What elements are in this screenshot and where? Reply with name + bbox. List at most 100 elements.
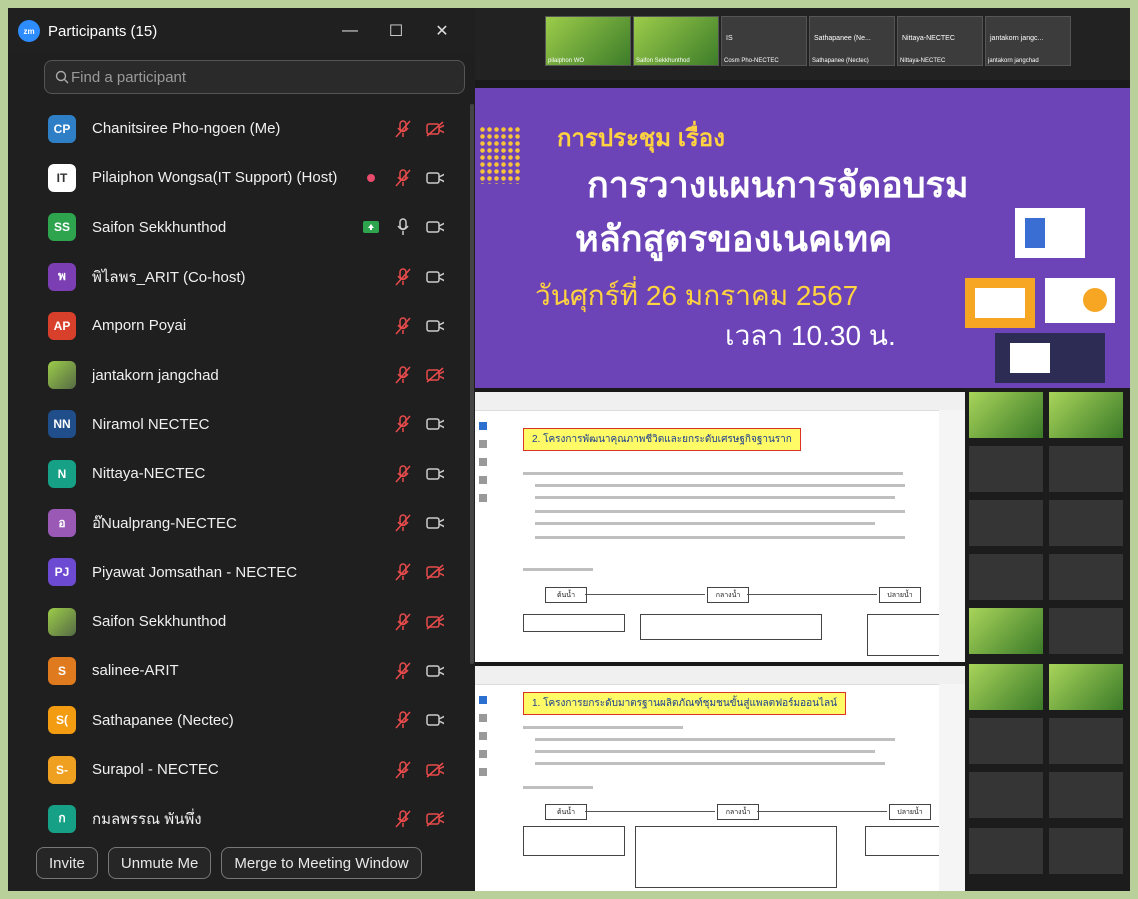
mic-muted-icon [394, 119, 412, 138]
participant-row[interactable]: N Nittaya-NECTEC [8, 449, 468, 498]
video-off-icon [426, 761, 444, 779]
avatar: S- [48, 755, 76, 784]
avatar: IT [48, 163, 76, 192]
video-thumbnail[interactable]: pilaiphon WO [545, 16, 631, 66]
video-strip: ❯ pilaiphon WOSaifon SekkhunthodISCosm P… [475, 8, 1130, 80]
gallery-video-tile[interactable] [969, 446, 1043, 492]
participant-row[interactable]: jantakorn jangchad [8, 350, 468, 399]
participant-row[interactable]: Ssalinee-ARIT [8, 646, 468, 695]
mic-muted-icon [394, 711, 412, 729]
video-off-icon [426, 563, 444, 581]
document-toolbar [475, 392, 965, 411]
gallery-video-tile[interactable] [1049, 828, 1123, 874]
participant-row[interactable]: S(Sathapanee (Nectec) [8, 696, 468, 745]
participant-row[interactable]: พพิไลพร_ARIT (Co-host) [8, 252, 468, 301]
gallery-video-tile[interactable] [1049, 608, 1123, 654]
thumbnail-name: jantakorn jangc... [990, 35, 1044, 42]
screenshot-frame: zm Participants (15) — ☐ ✕ CPChanitsiree… [8, 8, 1130, 891]
maximize-icon[interactable]: ☐ [373, 21, 419, 41]
shared-document-1: 2. โครงการพัฒนาคุณภาพชีวิตและยกระดับเศรษ… [475, 392, 965, 662]
presentation-slide: การประชุม เรื่อง การวางแผนการจัดอบรม หลั… [475, 88, 1130, 388]
gallery-video-tile[interactable] [969, 664, 1043, 710]
video-icon [426, 218, 444, 236]
merge-to-meeting-window-button[interactable]: Merge to Meeting Window [221, 847, 422, 879]
gallery-video-tile[interactable] [1049, 772, 1123, 818]
video-icon [426, 662, 444, 680]
participant-row[interactable]: IT Pilaiphon Wongsa(IT Support) (Host) [8, 153, 468, 202]
video-off-icon [426, 613, 444, 631]
participant-status-icons [362, 169, 444, 187]
search-box[interactable] [44, 60, 465, 94]
gallery-video-tile[interactable] [1049, 718, 1123, 764]
participants-panel: zm Participants (15) — ☐ ✕ CPChanitsiree… [8, 8, 503, 891]
gallery-video-tile[interactable] [969, 392, 1043, 438]
flow-box-upstream: ต้นน้ำ [545, 587, 587, 603]
avatar: PJ [48, 558, 76, 587]
participant-status-icons [394, 366, 444, 384]
gallery-video-tile[interactable] [1049, 392, 1123, 438]
participant-row[interactable]: SS Saifon Sekkhunthod [8, 203, 468, 252]
participant-row[interactable]: NN Niramol NECTEC [8, 400, 468, 449]
gallery-video-tile[interactable] [969, 828, 1043, 874]
shared-document-2: 1. โครงการยกระดับมาตรฐานผลิตภัณฑ์ชุมชนขั… [475, 666, 965, 891]
gallery-video-tile[interactable] [969, 554, 1043, 600]
video-thumbnail[interactable]: jantakorn jangc... jantakorn jangchad [985, 16, 1071, 66]
panel-footer: Invite Unmute Me Merge to Meeting Window [8, 835, 503, 891]
participant-row[interactable]: ออ๊Nualprang-NECTEC [8, 498, 468, 547]
video-thumbnail[interactable]: IS Cosm Pho-NECTEC [721, 16, 807, 66]
participant-list: CP Chanitsiree Pho-ngoen (Me) IT Pilaiphon … [8, 104, 468, 843]
mic-muted-icon [394, 267, 412, 286]
slide-time: เวลา 10.30 น. [725, 320, 896, 351]
participant-status-icons [394, 563, 444, 581]
flow-box-midstream: กลางน้ำ [707, 587, 749, 603]
participant-row[interactable]: AP Amporn Poyai [8, 301, 468, 350]
scrollbar[interactable] [470, 104, 474, 664]
avatar: อ [48, 509, 76, 538]
video-thumbnail[interactable]: Sathapanee (Ne... Sathapanee (Nectec) [809, 16, 895, 66]
slide-title-line1: การวางแผนการจัดอบรม [587, 164, 969, 205]
document-right-toolbar [939, 684, 965, 891]
avatar: AP [48, 311, 76, 340]
avatar: S [48, 656, 76, 685]
gallery-video-tile[interactable] [1049, 446, 1123, 492]
dot-pattern [479, 126, 521, 184]
participant-status-icons [394, 514, 444, 532]
gallery-video-tile[interactable] [1049, 664, 1123, 710]
thumbnail-label: Saifon Sekkhunthod [636, 58, 690, 64]
participant-row[interactable]: S- Surapol - NECTEC [8, 745, 468, 794]
participant-row[interactable]: Saifon Sekkhunthod [8, 597, 468, 646]
gallery-view [965, 388, 1130, 891]
participant-status-icons [394, 760, 444, 779]
avatar: S( [48, 706, 76, 735]
panel-titlebar: zm Participants (15) — ☐ ✕ [8, 8, 475, 54]
gallery-video-tile[interactable] [1049, 554, 1123, 600]
video-thumbnail[interactable]: Saifon Sekkhunthod [633, 16, 719, 66]
mic-muted-icon [394, 810, 412, 828]
participant-row[interactable]: CP Chanitsiree Pho-ngoen (Me) [8, 104, 468, 153]
gallery-video-tile[interactable] [969, 500, 1043, 546]
flow-box-downstream: ปลายน้ำ [879, 587, 921, 603]
gallery-video-tile[interactable] [969, 772, 1043, 818]
video-icon [426, 465, 444, 483]
gallery-video-tile[interactable] [1049, 500, 1123, 546]
mic-muted-icon [394, 415, 412, 433]
invite-button[interactable]: Invite [36, 847, 98, 879]
close-icon[interactable]: ✕ [419, 21, 465, 41]
participant-row[interactable]: PJ Piyawat Jomsathan - NECTEC [8, 548, 468, 597]
thumbnail-label: Cosm Pho-NECTEC [724, 58, 779, 64]
mic-muted-icon [394, 169, 412, 187]
video-thumbnail[interactable]: Nittaya-NECTEC Nittaya-NECTEC [897, 16, 983, 66]
participant-status-icons [394, 119, 444, 138]
flow-box-upstream: ต้นน้ำ [545, 804, 587, 820]
mic-muted-icon [394, 317, 412, 335]
video-icon [426, 711, 444, 729]
thumbnail-label: Sathapanee (Nectec) [812, 58, 869, 64]
gallery-video-tile[interactable] [969, 718, 1043, 764]
unmute-me-button[interactable]: Unmute Me [107, 847, 212, 879]
minimize-icon[interactable]: — [327, 22, 373, 40]
gallery-video-tile[interactable] [969, 608, 1043, 654]
doc1-heading: 2. โครงการพัฒนาคุณภาพชีวิตและยกระดับเศรษ… [523, 428, 801, 451]
search-input[interactable] [69, 67, 454, 87]
mic-icon [394, 218, 412, 236]
document-sidebar [479, 422, 489, 512]
